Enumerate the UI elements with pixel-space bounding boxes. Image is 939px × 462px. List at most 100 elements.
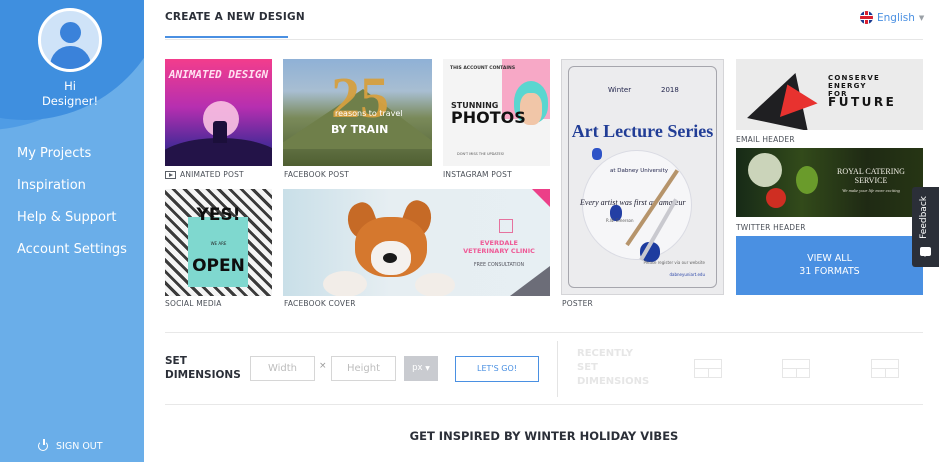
dog-paw <box>323 271 367 296</box>
poster-year: 2018 <box>661 86 679 94</box>
view-all-formats-button[interactable]: VIEW ALL 31 FORMATS <box>736 236 923 295</box>
template-label-poster: POSTER <box>562 299 593 308</box>
language-selector[interactable]: English ▼ <box>860 11 924 24</box>
sidebar-item-inspiration[interactable]: Inspiration <box>17 178 127 210</box>
power-icon <box>38 439 50 452</box>
pink-corner <box>532 189 550 207</box>
feedback-label: Feedback <box>919 196 929 239</box>
tile-art-line2: PHOTOS <box>451 108 526 127</box>
sign-out-button[interactable]: SIGN OUT <box>38 439 103 452</box>
dog-nose <box>383 253 397 263</box>
user-icon-body <box>50 46 91 69</box>
layout-placeholder-icon <box>782 359 810 378</box>
tile-art-line3: We make your life more exciting <box>842 188 900 193</box>
sidebar: Hi Designer! My Projects Inspiration Hel… <box>0 0 144 462</box>
template-animated-post[interactable]: ANIMATED DESIGN <box>165 59 272 166</box>
tile-art-line1: EVERDALE <box>480 239 518 247</box>
tile-art-line3: FREE CONSULTATION <box>473 263 525 268</box>
heading-line2: DIMENSIONS <box>165 369 241 381</box>
uk-flag-icon <box>860 11 873 24</box>
template-label-instagram-post: INSTAGRAM POST <box>443 170 512 179</box>
poster-season: Winter <box>608 86 632 94</box>
tile-art-text: EVERDALE VETERINARY CLINIC <box>451 239 547 255</box>
chat-bubble-icon <box>920 247 931 257</box>
tile-art-bottom: OPEN <box>192 256 245 276</box>
active-tab-underline <box>165 36 288 38</box>
unit-value: px <box>412 363 423 373</box>
paint-blob <box>592 148 602 160</box>
tab-create-new-design[interactable]: CREATE A NEW DESIGN <box>165 11 305 23</box>
recent-line1: RECENTLY <box>577 348 633 359</box>
feedback-tab[interactable]: Feedback <box>912 187 939 267</box>
template-facebook-post[interactable]: 25 reasons to travel BY TRAIN <box>283 59 432 166</box>
template-social-media[interactable]: YES! WE ARE OPEN <box>165 189 272 296</box>
set-dimensions-heading: SET DIMENSIONS <box>165 354 241 382</box>
label-text: ANIMATED POST <box>180 170 244 179</box>
clinic-cross-icon <box>499 219 513 233</box>
sidebar-nav: My Projects Inspiration Help & Support A… <box>17 146 127 274</box>
template-instagram-post[interactable]: THIS ACCOUNT CONTAINS STUNNING PHOTOS DO… <box>443 59 550 166</box>
poster-author: R.W. Emerson <box>606 218 634 223</box>
tile-art-line1: ROYAL CATERING <box>837 167 905 176</box>
tile-art-line1: CONSERVE <box>828 74 880 82</box>
greeting-name: Designer! <box>41 94 99 108</box>
template-facebook-cover[interactable]: EVERDALE VETERINARY CLINIC FREE CONSULTA… <box>283 189 550 296</box>
tile-art-line2: ENERGY <box>828 82 867 90</box>
template-poster[interactable]: Winter 2018 Art Lecture Series at Dabney… <box>561 59 724 295</box>
sign-out-label: SIGN OUT <box>56 440 103 452</box>
section-divider <box>165 404 923 405</box>
vertical-divider <box>557 341 558 397</box>
times-symbol: × <box>319 361 327 371</box>
template-label-email-header: EMAIL HEADER <box>736 135 795 144</box>
poster-website: dabneyuniart.edu <box>669 272 705 277</box>
chevron-down-icon: ▼ <box>425 365 430 372</box>
header-divider <box>165 39 923 40</box>
sidebar-item-help-support[interactable]: Help & Support <box>17 210 127 242</box>
tile-art-line2: VETERINARY CLINIC <box>463 247 535 255</box>
template-email-header[interactable]: CONSERVE ENERGY FOR FUTURE <box>736 59 923 130</box>
leaf-shape <box>796 166 818 194</box>
avatar[interactable] <box>38 8 102 72</box>
recently-set-dimensions: RECENTLY SET DIMENSIONS <box>577 347 649 389</box>
recent-line2: SET <box>577 362 598 373</box>
tile-art-small: THIS ACCOUNT CONTAINS <box>450 66 516 71</box>
tile-art-text: ANIMATED DESIGN <box>168 68 269 81</box>
tile-art-line4: FUTURE <box>828 95 897 109</box>
layout-placeholder-icon <box>871 359 899 378</box>
template-label-animated-post: ANIMATED POST <box>165 170 244 179</box>
tile-art-top: YES! <box>196 205 241 225</box>
greeting: Hi Designer! <box>0 79 140 109</box>
play-icon <box>165 171 176 179</box>
lets-go-button[interactable]: LET'S GO! <box>455 356 539 382</box>
inspiration-heading: GET INSPIRED BY WINTER HOLIDAY VIBES <box>409 429 679 443</box>
user-icon <box>60 22 81 43</box>
tile-art-sub: reasons to travel <box>335 109 403 118</box>
recent-line3: DIMENSIONS <box>577 376 650 387</box>
sidebar-item-account-settings[interactable]: Account Settings <box>17 242 127 274</box>
width-input[interactable]: Width <box>250 356 315 381</box>
tile-art-text: ROYAL CATERING SERVICE <box>826 167 916 185</box>
tile-art-line2: SERVICE <box>854 176 888 185</box>
heading-line1: SET <box>165 355 187 367</box>
tile-art-text: BY TRAIN <box>331 123 389 136</box>
teal-block <box>188 217 248 287</box>
language-label: English <box>877 11 915 24</box>
section-divider <box>165 332 923 333</box>
height-input[interactable]: Height <box>331 356 396 381</box>
dog-paw <box>415 273 455 296</box>
food-plate <box>748 153 782 187</box>
template-label-twitter-header: TWITTER HEADER <box>736 223 806 232</box>
layout-placeholder-icon <box>694 359 722 378</box>
tomato-shape <box>766 188 786 208</box>
template-label-facebook-post: FACEBOOK POST <box>284 170 350 179</box>
unit-select[interactable]: px ▼ <box>404 356 438 381</box>
poster-university: at Dabney University <box>610 168 668 174</box>
grey-corner <box>510 266 550 296</box>
template-twitter-header[interactable]: ROYAL CATERING SERVICE We make your life… <box>736 148 923 217</box>
template-label-social-media: SOCIAL MEDIA <box>165 299 222 308</box>
template-label-facebook-cover: FACEBOOK COVER <box>284 299 356 308</box>
tile-art-mid: WE ARE <box>210 241 227 246</box>
sidebar-item-my-projects[interactable]: My Projects <box>17 146 127 178</box>
poster-footer: Please register via our website <box>643 260 705 265</box>
poster-title: Art Lecture Series <box>571 121 714 141</box>
